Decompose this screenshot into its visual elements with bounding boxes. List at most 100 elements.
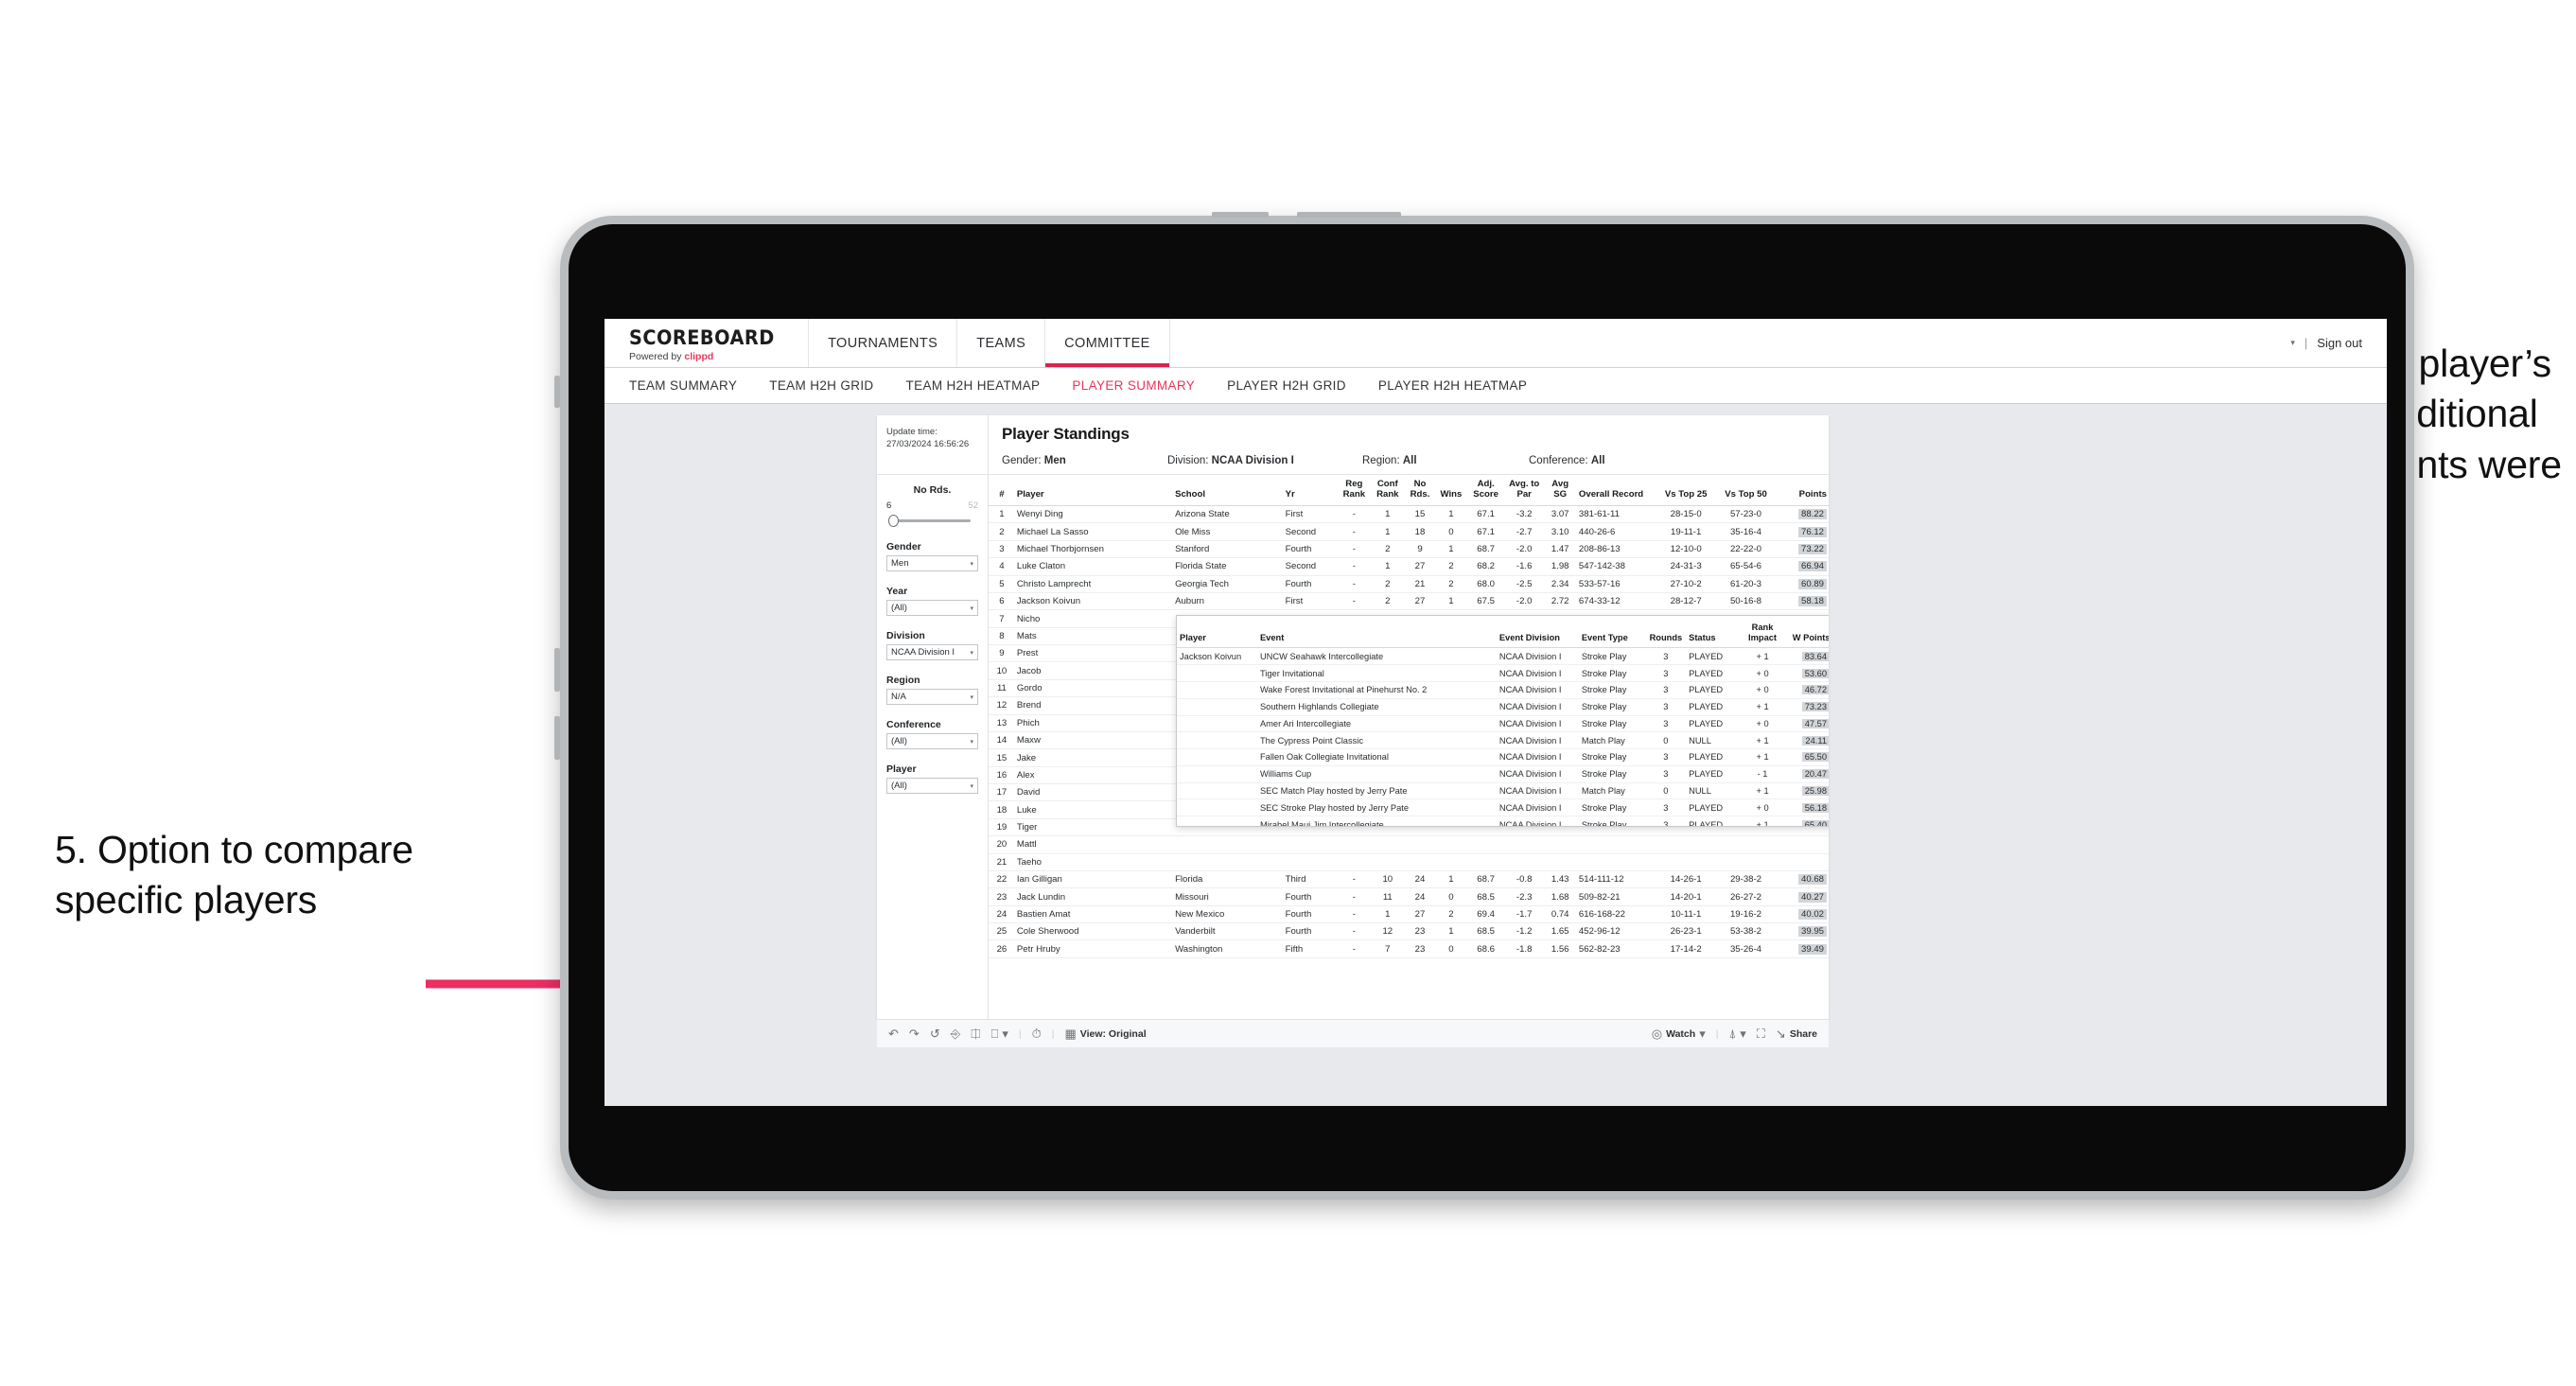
view-label: View: Original	[1079, 1027, 1147, 1040]
table-row[interactable]: 5 Christo Lamprecht Georgia Tech Fourth -2 21…	[989, 575, 1829, 593]
filter-summary-conference-label: Conference:	[1529, 455, 1588, 466]
filter-select-year[interactable]: (All) ▾	[886, 600, 978, 616]
watch-button[interactable]: ◎ Watch ▾	[1652, 1027, 1706, 1040]
table-row[interactable]: 4 Luke Claton Florida State Second -1 27 2 68.2…	[989, 557, 1829, 576]
tab-team-h2h-heatmap[interactable]: TEAM H2H HEATMAP	[906, 378, 1041, 393]
brand-logo[interactable]: SCOREBOARD Powered by clippd	[605, 319, 810, 367]
table-col-header[interactable]: Wins	[1435, 475, 1467, 507]
table-row[interactable]: 23 Jack Lundin Missouri Fourth -11 24 0 68.5 -2.…	[989, 887, 1829, 906]
filter-select-conference[interactable]: (All) ▾	[886, 733, 978, 749]
revert-icon[interactable]: ↺	[930, 1027, 940, 1040]
tab-team-h2h-grid[interactable]: TEAM H2H GRID	[769, 378, 873, 393]
tooltip-cell: Stroke Play	[1578, 816, 1646, 826]
table-cell: 88.22	[1776, 505, 1829, 524]
player-standings-table-wrap[interactable]: # Player School Yr Reg Rank Conf Rank No Rds. W…	[989, 475, 1829, 1019]
table-cell: 0	[1435, 939, 1467, 958]
table-col-header[interactable]: Reg Rank	[1337, 475, 1372, 507]
table-row[interactable]: 3 Michael Thorbjornsen Stanford Fourth -2 9 1 6…	[989, 540, 1829, 559]
table-cell: Second	[1283, 522, 1338, 541]
table-row[interactable]: 1 Wenyi Ding Arizona State First -1 15 1 67.1 -3…	[989, 505, 1829, 524]
table-cell: Fifth	[1283, 939, 1338, 958]
table-cell: -1.6	[1504, 557, 1544, 576]
table-col-header[interactable]: No Rds.	[1404, 475, 1436, 507]
filter-select-division[interactable]: NCAA Division I ▾	[886, 644, 978, 660]
no-rounds-slider[interactable]	[886, 514, 978, 527]
chevron-down-icon[interactable]: ▾	[2290, 338, 2295, 348]
table-col-header[interactable]: Player	[1014, 475, 1174, 507]
table-cell: 1.98	[1543, 557, 1577, 576]
refresh-icon[interactable]: ⎆	[951, 1027, 960, 1040]
table-cell: 35-16-4	[1715, 522, 1777, 541]
table-cell	[1715, 853, 1777, 871]
table-cell: 27	[1404, 905, 1436, 924]
alert-icon[interactable]: ⏱	[1032, 1027, 1042, 1040]
table-cell: Michael Thorbjornsen	[1014, 540, 1174, 559]
download-button[interactable]: ⍋ ▾	[1728, 1027, 1745, 1040]
nav-tab-teams[interactable]: TEAMS	[957, 319, 1046, 367]
table-cell: -	[1337, 887, 1372, 906]
redo-icon[interactable]: ↷	[909, 1027, 920, 1040]
table-row[interactable]: 21 Taeho	[989, 853, 1829, 871]
table-row[interactable]: 6 Jackson Koivun Auburn First -2 27 1 67.5 -2.0 2…	[989, 592, 1829, 611]
update-time-label: Update time:	[886, 427, 938, 437]
table-col-header[interactable]: Avg. to Par	[1504, 475, 1544, 507]
sign-out-link[interactable]: Sign out	[2317, 336, 2362, 350]
nav-tab-committee[interactable]: COMMITTEE	[1045, 319, 1170, 367]
table-col-header[interactable]: Yr	[1283, 475, 1338, 507]
table-col-header[interactable]: School	[1173, 475, 1284, 507]
table-row[interactable]: 26 Petr Hruby Washington Fifth -7 23 0 68.6 -1.8…	[989, 939, 1829, 958]
table-cell: 39.49	[1776, 939, 1829, 958]
table-cell: 5	[989, 575, 1015, 593]
table-cell: 440-26-6	[1576, 522, 1656, 541]
tab-player-h2h-heatmap[interactable]: PLAYER H2H HEATMAP	[1378, 378, 1527, 393]
tab-player-h2h-grid[interactable]: PLAYER H2H GRID	[1227, 378, 1346, 393]
tab-player-summary[interactable]: PLAYER SUMMARY	[1072, 378, 1195, 393]
tooltip-cell: PLAYED	[1686, 715, 1740, 733]
table-row[interactable]: 2 Michael La Sasso Ole Miss Second -1 18 0 67.1…	[989, 522, 1829, 541]
table-col-header[interactable]: Overall Record	[1576, 475, 1656, 507]
filter-summary-division: Division: NCAA Division I	[1167, 455, 1362, 466]
table-cell: Ole Miss	[1173, 522, 1284, 541]
slider-handle[interactable]	[888, 515, 899, 527]
app-header: SCOREBOARD Powered by clippd TOURNAMENTS…	[605, 319, 2387, 368]
table-row[interactable]: 22 Ian Gilligan Florida Third -10 24 1 68.7 -0.8…	[989, 870, 1829, 889]
tooltip-cell: 47.57	[1785, 715, 1829, 733]
table-col-header[interactable]: #	[989, 475, 1015, 507]
pause-icon[interactable]: ⎅	[971, 1027, 980, 1040]
filter-select-gender[interactable]: Men ▾	[886, 555, 978, 571]
table-cell	[1337, 853, 1372, 871]
table-row[interactable]: 24 Bastien Amat New Mexico Fourth -1 27 2 69.4-…	[989, 905, 1829, 924]
table-row[interactable]: 25 Cole Sherwood Vanderbilt Fourth -12 23 1 68.…	[989, 922, 1829, 941]
view-original-button[interactable]: ▦ View: Original	[1064, 1027, 1146, 1040]
table-cell: Fourth	[1283, 905, 1338, 924]
table-cell: -	[1337, 939, 1372, 958]
table-col-header[interactable]: Vs Top 25	[1656, 475, 1716, 507]
chevron-down-icon: ▾	[1699, 1026, 1706, 1041]
table-cell: 1	[989, 505, 1015, 524]
table-cell: Georgia Tech	[1173, 575, 1284, 593]
tooltip-row: Tiger Invitational NCAA Division I Stroke …	[1177, 664, 1829, 682]
table-cell: Phich	[1014, 714, 1174, 732]
nav-tab-tournaments[interactable]: TOURNAMENTS	[809, 319, 958, 367]
table-col-header[interactable]: Conf Rank	[1371, 475, 1405, 507]
tooltip-cell: + 1	[1739, 698, 1786, 716]
table-col-header[interactable]: Avg SG	[1543, 475, 1577, 507]
table-col-header[interactable]: Points	[1776, 475, 1829, 507]
tooltip-cell: NULL	[1686, 782, 1740, 800]
table-cell: Prest	[1014, 644, 1174, 663]
undo-icon[interactable]: ↶	[888, 1027, 899, 1040]
share-button[interactable]: ↘ Share	[1776, 1027, 1817, 1040]
filter-summary-division-value: NCAA Division I	[1211, 455, 1294, 466]
table-cell: 3	[989, 540, 1015, 559]
tooltip-cell: 46.72	[1785, 681, 1829, 699]
filter-select-player[interactable]: (All) ▾	[886, 778, 978, 794]
table-cell: Nicho	[1014, 609, 1174, 628]
device-preview-dropdown[interactable]: ⎕ ▾	[991, 1027, 1008, 1040]
table-col-header[interactable]: Vs Top 50	[1715, 475, 1777, 507]
table-col-header[interactable]: Adj. Score	[1466, 475, 1505, 507]
tab-team-summary[interactable]: TEAM SUMMARY	[629, 378, 737, 393]
table-row[interactable]: 20 Mattl	[989, 835, 1829, 854]
filter-select-region[interactable]: N/A ▾	[886, 689, 978, 705]
fullscreen-icon[interactable]: ⛶	[1757, 1027, 1765, 1040]
table-cell: 29-38-2	[1715, 870, 1777, 889]
